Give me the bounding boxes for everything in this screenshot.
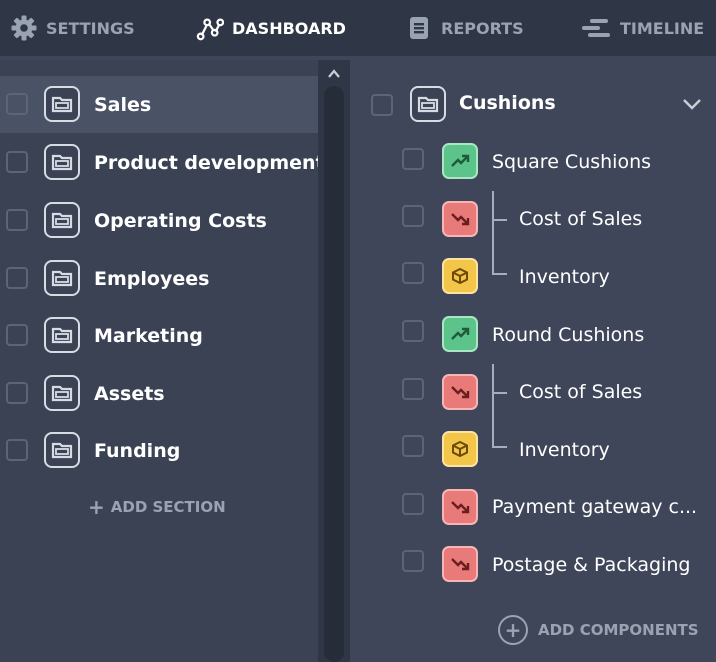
scrollbar-thumb[interactable] xyxy=(324,86,344,662)
nav-dashboard-label: DASHBOARD xyxy=(232,18,346,38)
section-checkbox[interactable] xyxy=(6,151,28,173)
section-label: Employees xyxy=(94,267,210,290)
component-label[interactable]: Inventory xyxy=(519,266,610,288)
timeline-icon xyxy=(580,14,612,42)
section-row-marketing[interactable]: Marketing xyxy=(0,307,318,364)
nav-settings-label: SETTINGS xyxy=(46,18,135,38)
component-label[interactable]: Inventory xyxy=(519,439,610,461)
add-section-label: ADD SECTION xyxy=(110,498,226,516)
component-label[interactable]: Cost of Sales xyxy=(519,208,642,230)
trend-down-icon xyxy=(442,489,478,525)
folder-icon xyxy=(410,86,446,122)
component-checkbox[interactable] xyxy=(402,493,424,515)
add-components-button[interactable]: + ADD COMPONENTS xyxy=(498,614,699,646)
section-row-sales[interactable]: Sales xyxy=(0,76,318,133)
nav-reports[interactable]: REPORTS xyxy=(405,0,524,56)
nav-reports-label: REPORTS xyxy=(441,18,524,38)
component-label[interactable]: Round Cushions xyxy=(492,324,644,346)
component-checkbox[interactable] xyxy=(402,320,424,342)
add-components-label: ADD COMPONENTS xyxy=(538,621,699,639)
document-icon xyxy=(405,14,433,42)
section-row-funding[interactable]: Funding xyxy=(0,422,318,479)
component-checkbox[interactable] xyxy=(402,550,424,572)
section-label: Assets xyxy=(94,382,165,405)
nav-settings[interactable]: SETTINGS xyxy=(10,0,135,56)
section-checkbox[interactable] xyxy=(6,439,28,461)
trend-down-icon xyxy=(442,201,478,237)
nav-timeline[interactable]: TIMELINE xyxy=(580,0,704,56)
section-row-operating-costs[interactable]: Operating Costs xyxy=(0,192,318,249)
box-icon xyxy=(442,258,478,294)
section-checkbox[interactable] xyxy=(6,93,28,115)
folder-icon xyxy=(44,86,80,122)
tree-line xyxy=(492,191,494,274)
trend-up-icon xyxy=(442,143,478,179)
tree-line xyxy=(492,364,494,447)
section-checkbox[interactable] xyxy=(6,324,28,346)
component-label[interactable]: Postage & Packaging xyxy=(492,554,691,576)
folder-icon xyxy=(44,432,80,468)
box-icon xyxy=(442,431,478,467)
detail-title: Cushions xyxy=(459,92,556,114)
section-label: Operating Costs xyxy=(94,209,267,232)
section-label: Product development xyxy=(94,151,325,174)
tree-line xyxy=(492,446,507,448)
nav-timeline-label: TIMELINE xyxy=(620,18,705,38)
folder-icon xyxy=(44,202,80,238)
section-checkbox[interactable] xyxy=(6,209,28,231)
tree-line xyxy=(492,273,507,275)
chevron-down-icon[interactable] xyxy=(681,96,703,115)
folder-icon xyxy=(44,144,80,180)
section-label: Funding xyxy=(94,439,181,462)
section-label: Sales xyxy=(94,93,152,116)
tree-line xyxy=(492,392,507,394)
section-label: Marketing xyxy=(94,324,203,347)
plus-circle-icon: + xyxy=(498,615,528,645)
tree-line xyxy=(492,219,507,221)
scroll-up-arrow-icon[interactable] xyxy=(326,66,342,82)
nodes-icon xyxy=(196,14,224,42)
add-section-button[interactable]: + ADD SECTION xyxy=(88,495,226,519)
sections-panel: Sales Product development Operating Cost… xyxy=(0,60,325,662)
section-row-product-development[interactable]: Product development xyxy=(0,134,325,191)
plus-icon: + xyxy=(88,495,105,519)
trend-down-icon xyxy=(442,374,478,410)
trend-up-icon xyxy=(442,316,478,352)
section-checkbox[interactable] xyxy=(6,267,28,289)
gear-icon xyxy=(10,14,38,42)
folder-icon xyxy=(44,260,80,296)
nav-dashboard[interactable]: DASHBOARD xyxy=(196,0,346,56)
component-label[interactable]: Square Cushions xyxy=(492,151,651,173)
section-row-employees[interactable]: Employees xyxy=(0,250,318,307)
trend-down-icon xyxy=(442,546,478,582)
detail-checkbox[interactable] xyxy=(371,94,393,116)
component-checkbox[interactable] xyxy=(402,148,424,170)
component-label[interactable]: Cost of Sales xyxy=(519,381,642,403)
folder-icon xyxy=(44,375,80,411)
folder-icon xyxy=(44,317,80,353)
top-nav: SETTINGS DASHBOARD REPORTS TIMELINE xyxy=(0,0,716,56)
component-label[interactable]: Payment gateway c... xyxy=(492,496,697,518)
section-row-assets[interactable]: Assets xyxy=(0,365,318,422)
component-checkbox[interactable] xyxy=(402,378,424,400)
component-checkbox[interactable] xyxy=(402,435,424,457)
component-checkbox[interactable] xyxy=(402,262,424,284)
section-checkbox[interactable] xyxy=(6,382,28,404)
component-checkbox[interactable] xyxy=(402,205,424,227)
